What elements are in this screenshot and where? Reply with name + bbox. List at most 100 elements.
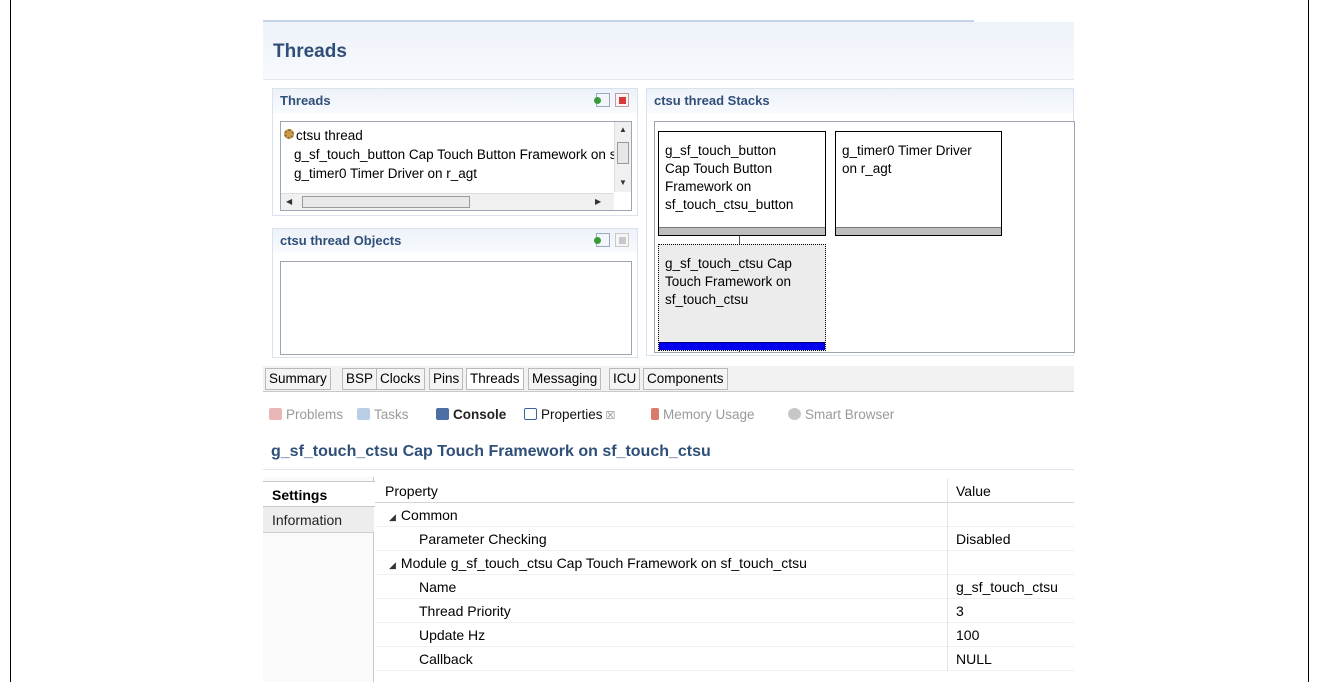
card-line: on r_agt	[842, 161, 892, 176]
table-row[interactable]: Update Hz 100	[375, 623, 1074, 647]
tree-item-ctsu-thread[interactable]: ctsu thread	[284, 126, 363, 146]
configuration-editor: Threads Threads ctsu thread g_sf_touch_b…	[263, 20, 1075, 682]
tab-console[interactable]: Console	[436, 404, 506, 426]
card-status-bar	[836, 227, 1001, 235]
scroll-down-icon[interactable]: ▼	[619, 178, 627, 187]
objects-panel: ctsu thread Objects	[272, 228, 638, 358]
collapse-triangle-icon[interactable]: ◢	[389, 512, 396, 522]
row-property: Parameter Checking	[419, 531, 547, 547]
tab-clocks[interactable]: Clocks	[376, 368, 425, 390]
frame-border-right	[1308, 0, 1309, 682]
collapse-triangle-icon[interactable]: ◢	[389, 560, 396, 570]
tab-smart-browser-label: Smart Browser	[805, 407, 895, 422]
stacks-panel-header: ctsu thread Stacks	[647, 89, 1073, 113]
console-icon	[436, 408, 449, 420]
tab-components[interactable]: Components	[643, 368, 728, 390]
editor-tab-bar: Summary BSP Clocks Pins Threads Messagin…	[263, 366, 1074, 392]
scroll-left-icon[interactable]: ◀	[286, 197, 292, 206]
row-value[interactable]: NULL	[947, 647, 1074, 671]
tab-memory-usage[interactable]: Memory Usage	[651, 404, 755, 426]
side-tab-information[interactable]: Information	[263, 507, 374, 533]
row-property: Name	[419, 579, 457, 595]
card-line: Cap Touch Button	[665, 161, 773, 176]
table-row[interactable]: Name g_sf_touch_ctsu	[375, 575, 1074, 599]
card-line: Framework on	[665, 179, 752, 194]
row-value[interactable]: Disabled	[947, 527, 1074, 551]
row-value[interactable]: 3	[947, 599, 1074, 623]
tab-summary[interactable]: Summary	[265, 368, 331, 390]
remove-thread-icon[interactable]	[615, 93, 629, 107]
tree-horizontal-scrollbar[interactable]: ◀ ▶	[281, 193, 614, 210]
table-row[interactable]: Callback NULL	[375, 647, 1074, 671]
properties-separator	[263, 469, 1074, 470]
tab-console-label: Console	[453, 407, 507, 422]
threads-tree[interactable]: ctsu thread g_sf_touch_button Cap Touch …	[280, 121, 632, 211]
row-value[interactable]: g_sf_touch_ctsu	[947, 575, 1074, 599]
tab-smart-browser[interactable]: Smart Browser	[788, 404, 894, 426]
tree-item-timer0[interactable]: g_timer0 Timer Driver on r_agt	[294, 164, 477, 184]
tab-problems-label: Problems	[286, 407, 344, 422]
row-property: Common	[400, 507, 458, 523]
tree-item-label: ctsu thread	[296, 128, 363, 143]
row-value	[947, 503, 1074, 527]
tab-icu[interactable]: ICU	[609, 368, 641, 390]
table-header: Property Value	[375, 479, 1074, 503]
row-property: Module g_sf_touch_ctsu Cap Touch Framewo…	[400, 555, 807, 571]
stack-card-touch-button[interactable]: g_sf_touch_button Cap Touch Button Frame…	[658, 131, 826, 236]
card-status-bar	[659, 227, 825, 235]
stacks-panel: ctsu thread Stacks g_sf_touch_button Cap…	[646, 88, 1075, 356]
properties-title: g_sf_touch_ctsu Cap Touch Framework on s…	[271, 443, 711, 460]
stacks-panel-title: ctsu thread Stacks	[654, 93, 770, 108]
tab-threads[interactable]: Threads	[466, 368, 524, 390]
stack-card-timer0[interactable]: g_timer0 Timer Driver on r_agt	[835, 131, 1002, 236]
close-icon[interactable]: ☒	[606, 410, 616, 422]
memory-icon	[651, 408, 659, 420]
objects-panel-title: ctsu thread Objects	[280, 233, 402, 248]
editor-header: Threads	[263, 22, 1074, 80]
scroll-right-icon[interactable]: ▶	[595, 197, 601, 206]
tab-properties[interactable]: Properties ☒	[524, 404, 615, 426]
threads-panel-title: Threads	[280, 93, 331, 108]
tasks-icon	[357, 408, 370, 420]
table-row[interactable]: ◢ Common	[375, 503, 1074, 527]
problems-icon	[269, 408, 282, 420]
frame-border-left	[10, 0, 11, 682]
tab-problems[interactable]: Problems	[269, 404, 343, 426]
objects-panel-header: ctsu thread Objects	[273, 229, 637, 253]
tree-item-label: g_timer0 Timer Driver on r_agt	[294, 166, 478, 181]
stacks-canvas: g_sf_touch_button Cap Touch Button Frame…	[654, 121, 1075, 353]
table-row[interactable]: ◢ Module g_sf_touch_ctsu Cap Touch Framew…	[375, 551, 1074, 575]
row-value	[947, 551, 1074, 575]
tree-item-label: g_sf_touch_button Cap Touch Button Frame…	[294, 147, 614, 162]
side-tab-settings[interactable]: Settings	[263, 481, 375, 507]
column-header-value[interactable]: Value	[947, 479, 1074, 503]
table-row[interactable]: Parameter Checking Disabled	[375, 527, 1074, 551]
add-object-icon[interactable]	[594, 233, 610, 247]
tab-messaging[interactable]: Messaging	[528, 368, 602, 390]
remove-object-icon[interactable]	[615, 233, 629, 247]
add-thread-icon[interactable]	[594, 93, 610, 107]
vertical-scroll-thumb[interactable]	[617, 142, 629, 164]
tab-pins[interactable]: Pins	[429, 368, 464, 390]
tab-tasks-label: Tasks	[374, 407, 409, 422]
view-tab-bar: Problems Tasks Console Properties ☒ Memor…	[263, 404, 1074, 426]
tree-item-touch-button[interactable]: g_sf_touch_button Cap Touch Button Frame…	[294, 145, 614, 165]
table-row[interactable]: Thread Priority 3	[375, 599, 1074, 623]
card-line: Touch Framework on	[665, 274, 792, 289]
tab-bsp[interactable]: BSP	[342, 368, 378, 390]
scroll-up-icon[interactable]: ▲	[619, 125, 627, 134]
column-header-property[interactable]: Property	[375, 479, 947, 503]
stack-card-touch-ctsu[interactable]: g_sf_touch_ctsu Cap Touch Framework on s…	[658, 244, 826, 351]
editor-title: Threads	[273, 41, 347, 62]
tab-tasks[interactable]: Tasks	[357, 404, 409, 426]
row-property: Update Hz	[419, 627, 486, 643]
objects-list[interactable]	[280, 261, 632, 355]
card-line: sf_touch_ctsu_button	[665, 197, 794, 212]
row-value[interactable]: 100	[947, 623, 1074, 647]
horizontal-scroll-thumb[interactable]	[302, 196, 470, 208]
properties-icon	[524, 408, 537, 420]
gear-icon	[284, 129, 294, 139]
tree-vertical-scrollbar[interactable]: ▲ ▼	[614, 122, 631, 192]
row-property: Callback	[419, 651, 473, 667]
card-line: g_sf_touch_button	[665, 143, 777, 158]
